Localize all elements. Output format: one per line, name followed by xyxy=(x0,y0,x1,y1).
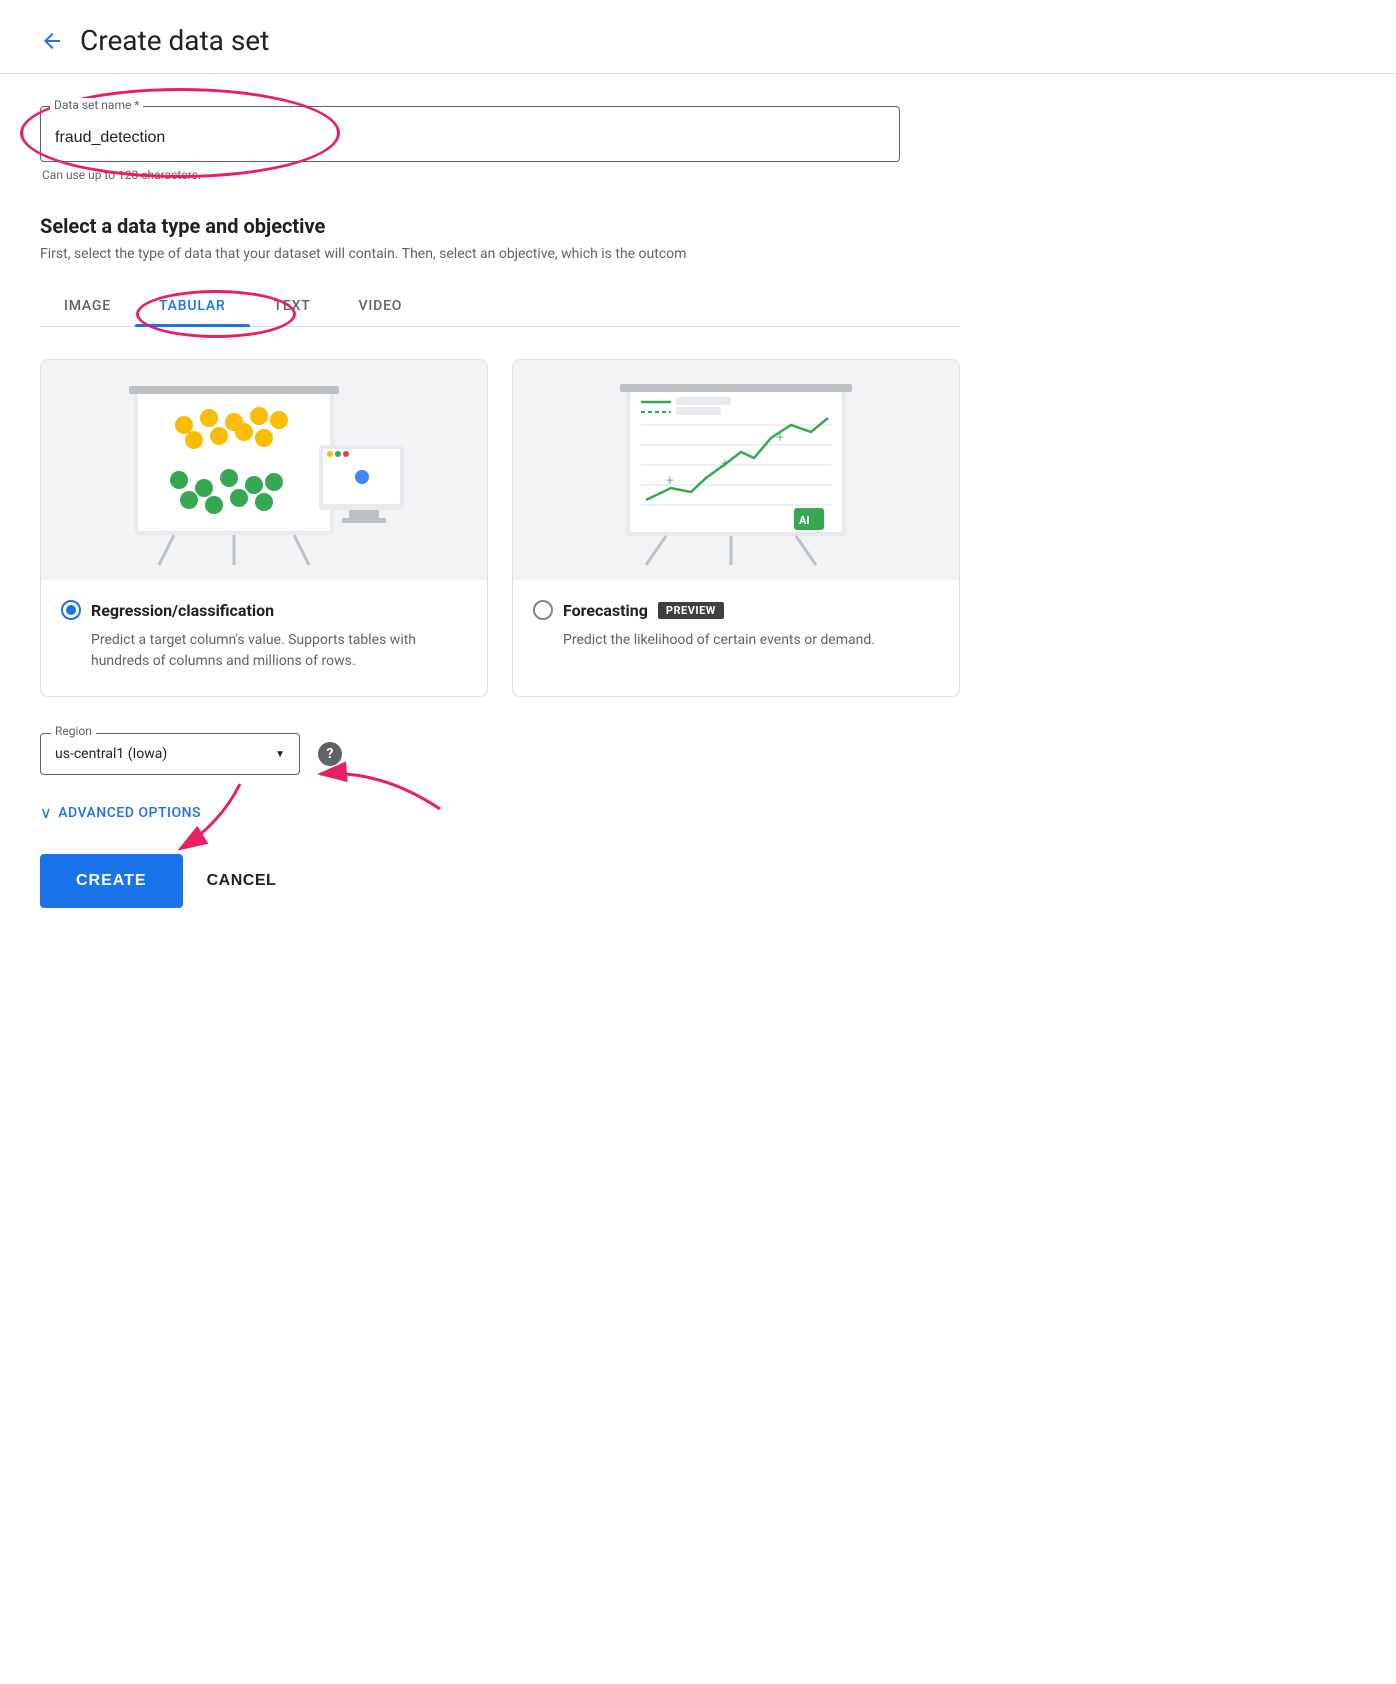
card-regression[interactable]: Regression/classification Predict a targ… xyxy=(40,359,488,697)
region-value: us-central1 (Iowa) xyxy=(55,746,267,762)
chevron-down-icon: ∨ xyxy=(40,803,52,822)
region-section: Region us-central1 (Iowa) ▼ ? xyxy=(40,733,960,775)
svg-text:+: + xyxy=(776,430,784,446)
tab-video[interactable]: VIDEO xyxy=(335,286,427,326)
dataset-name-field: Data set name * Can use up to 128 charac… xyxy=(40,106,960,182)
card-forecasting-body: Forecasting PREVIEW Predict the likeliho… xyxy=(513,580,959,675)
regression-option[interactable]: Regression/classification xyxy=(61,600,467,620)
create-button[interactable]: CREATE xyxy=(40,854,183,908)
advanced-options-toggle[interactable]: ∨ ADVANCED OPTIONS xyxy=(40,803,960,822)
tabs-container: IMAGE TABULAR TEXT VIDEO xyxy=(40,286,960,327)
forecasting-label: Forecasting xyxy=(563,601,648,620)
page-header: Create data set xyxy=(0,0,1396,74)
page-title: Create data set xyxy=(80,24,269,57)
dropdown-arrow-icon: ▼ xyxy=(275,749,285,760)
dataset-name-input-wrapper: Data set name * xyxy=(40,106,900,162)
cancel-button[interactable]: CANCEL xyxy=(207,872,277,890)
card-regression-image xyxy=(41,360,487,580)
card-forecasting[interactable]: + + + AI Forecasting PREVIEW Predict the xyxy=(512,359,960,697)
dataset-name-input[interactable] xyxy=(40,106,900,162)
tab-tabular[interactable]: TABULAR xyxy=(135,286,250,326)
cards-wrapper: Regression/classification Predict a targ… xyxy=(40,359,960,697)
card-regression-body: Regression/classification Predict a targ… xyxy=(41,580,487,696)
regression-radio[interactable] xyxy=(61,600,81,620)
preview-badge: PREVIEW xyxy=(658,602,724,619)
regression-desc: Predict a target column's value. Support… xyxy=(91,630,467,672)
section-desc: First, select the type of data that your… xyxy=(40,246,960,262)
regression-label: Regression/classification xyxy=(91,601,274,620)
advanced-options-section: ∨ ADVANCED OPTIONS xyxy=(40,803,960,822)
main-content: Data set name * Can use up to 128 charac… xyxy=(0,74,1000,940)
forecasting-radio[interactable] xyxy=(533,600,553,620)
forecasting-illustration: + + + AI xyxy=(576,370,896,570)
card-forecasting-image: + + + AI xyxy=(513,360,959,580)
forecasting-option[interactable]: Forecasting PREVIEW xyxy=(533,600,939,620)
cards-container: Regression/classification Predict a targ… xyxy=(40,359,960,697)
region-label: Region xyxy=(51,724,96,738)
actions-section: CREATE CANCEL xyxy=(40,854,960,908)
svg-text:AI: AI xyxy=(799,514,810,527)
advanced-options-label: ADVANCED OPTIONS xyxy=(58,805,201,821)
region-select[interactable]: Region us-central1 (Iowa) ▼ xyxy=(40,733,300,775)
svg-text:+: + xyxy=(666,473,674,489)
section-title: Select a data type and objective xyxy=(40,214,960,238)
forecasting-desc: Predict the likelihood of certain events… xyxy=(563,630,939,651)
back-button[interactable] xyxy=(40,29,64,53)
regression-illustration xyxy=(104,370,424,570)
svg-text:+: + xyxy=(721,456,729,472)
tab-image[interactable]: IMAGE xyxy=(40,286,135,326)
dataset-name-hint: Can use up to 128 characters. xyxy=(42,168,960,182)
dataset-name-label: Data set name * xyxy=(50,98,143,112)
tab-text[interactable]: TEXT xyxy=(250,286,335,326)
help-icon[interactable]: ? xyxy=(318,742,342,766)
